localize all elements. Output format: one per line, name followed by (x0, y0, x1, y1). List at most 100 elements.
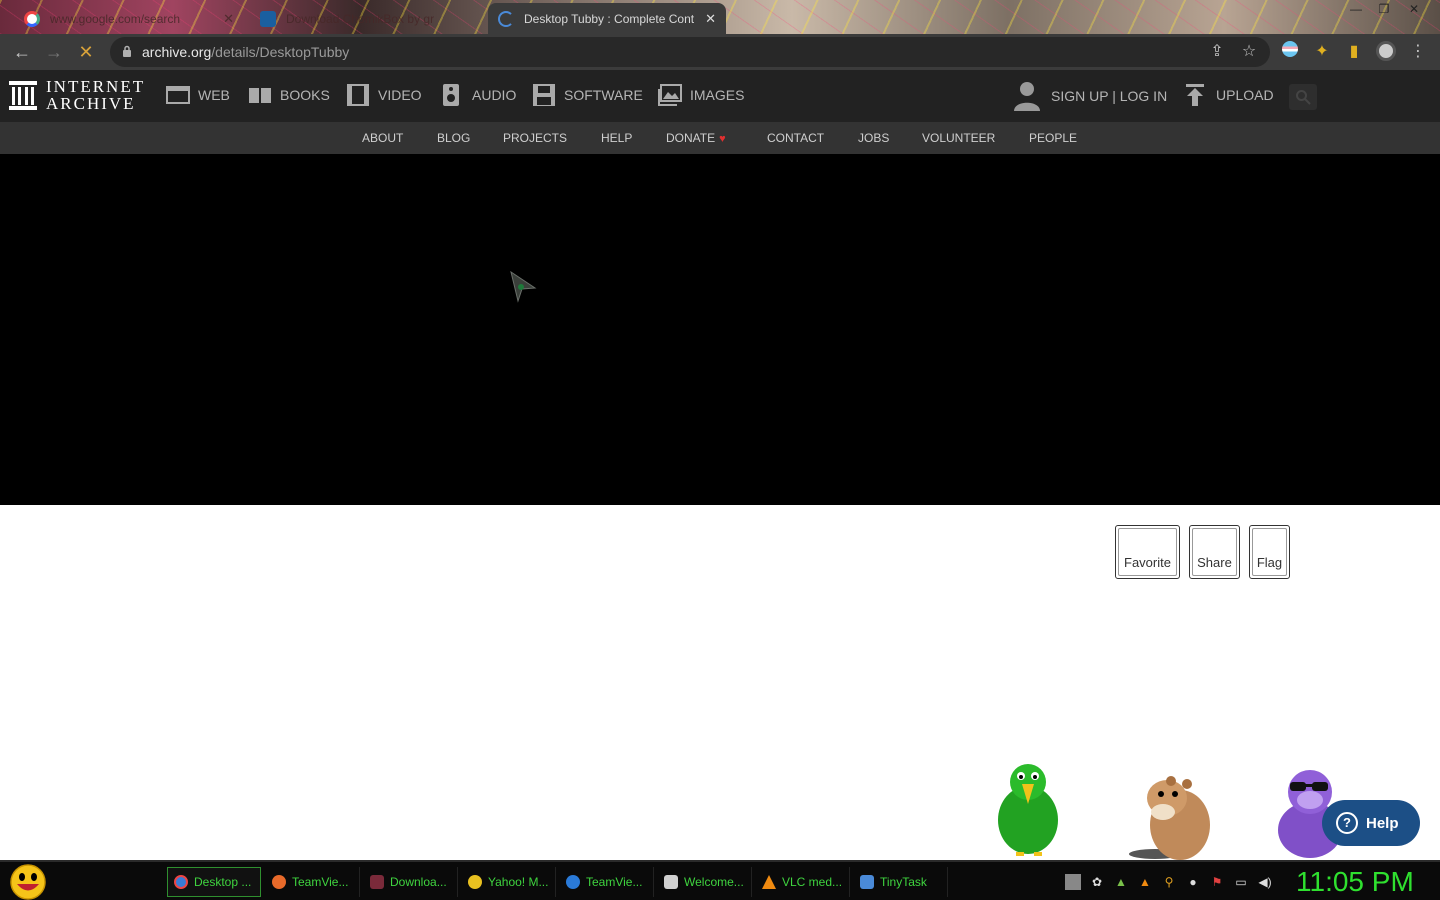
taskbar-clock[interactable]: 11:05 PM (1296, 866, 1414, 898)
heart-icon: ♥ (719, 133, 726, 145)
teamviewer-icon (566, 875, 580, 889)
upload-icon (1186, 84, 1204, 106)
tab-title: Download ChomikBox by gr (286, 11, 435, 26)
vlc-cone-icon (762, 875, 776, 889)
close-window-icon[interactable]: ✕ (1400, 0, 1428, 18)
sub-nav-help[interactable]: HELP (601, 131, 632, 145)
tray-qr-icon[interactable] (1065, 874, 1081, 890)
tab-title: www.google.com/search (50, 11, 181, 26)
loading-spinner-icon (498, 10, 514, 27)
sub-nav-volunteer[interactable]: VOLUNTEER (922, 131, 995, 145)
nav-video[interactable]: VIDEO (346, 84, 422, 106)
bookmark-star-icon[interactable]: ☆ (1238, 41, 1260, 63)
sub-nav-projects[interactable]: PROJECTS (503, 131, 567, 145)
sub-nav-people[interactable]: PEOPLE (1029, 131, 1077, 145)
side-panel-icon[interactable]: ▮ (1343, 41, 1365, 63)
browser-tab-strip: www.google.com/search ✕ Download ChomikB… (0, 0, 1440, 34)
stop-loading-icon[interactable]: ✕ (74, 40, 98, 64)
firefox-icon (272, 875, 286, 889)
tray-status-icon[interactable]: ● (1185, 874, 1201, 890)
extension-flag-icon[interactable] (1279, 41, 1301, 63)
logo-line-1: INTERNET (46, 77, 146, 96)
hamster-buddy[interactable] (1125, 770, 1215, 860)
lock-icon (123, 45, 131, 57)
restore-icon[interactable]: ❐ (1370, 0, 1398, 18)
tray-buddy-icon[interactable]: ✿ (1089, 874, 1105, 890)
url-text: archive.org/details/DesktopTubby (142, 44, 350, 60)
tab-google-search[interactable]: www.google.com/search ✕ (14, 3, 244, 34)
tray-volume-icon[interactable]: ◀) (1257, 874, 1273, 890)
search-button[interactable] (1289, 84, 1317, 110)
taskbar-item-teamviewer-firefox[interactable]: TeamVie... (266, 867, 360, 897)
tray-vlc-icon[interactable]: ▲ (1137, 874, 1153, 890)
chrome-icon (174, 875, 188, 889)
minimize-icon[interactable]: — (1342, 0, 1370, 18)
archive-temple-icon (9, 81, 37, 110)
tab-close-icon[interactable]: ✕ (223, 11, 234, 27)
floppy-icon (533, 84, 555, 106)
ia-top-nav: INTERNET ARCHIVE WEB BOOKS VIDEO AUDIO S… (0, 70, 1440, 122)
help-button[interactable]: ? Help (1322, 800, 1420, 846)
nav-software[interactable]: SOFTWARE (532, 84, 643, 106)
profile-avatar-icon[interactable] (1375, 41, 1397, 63)
help-question-icon: ? (1336, 812, 1358, 834)
internet-archive-logo[interactable]: INTERNET ARCHIVE (8, 78, 145, 112)
taskbar-item-download[interactable]: Downloa... (364, 867, 458, 897)
taskbar-item-tinytask[interactable]: TinyTask (854, 867, 948, 897)
document-icon (370, 875, 384, 889)
book-icon (249, 88, 271, 103)
sub-nav-contact[interactable]: CONTACT (767, 131, 824, 145)
taskbar-item-welcome[interactable]: Welcome... (658, 867, 752, 897)
start-button-smiley-icon[interactable] (8, 864, 48, 900)
user-icon (1014, 82, 1040, 111)
forward-icon[interactable]: → (42, 40, 66, 64)
green-parrot-buddy[interactable] (988, 760, 1068, 860)
image-icon (658, 84, 682, 106)
share-button[interactable]: Share (1189, 525, 1240, 579)
sub-nav-donate[interactable]: DONATE ♥ (666, 131, 726, 145)
tray-network-icon[interactable]: ▭ (1233, 874, 1249, 890)
sub-nav-about[interactable]: ABOUT (362, 131, 403, 145)
nav-images[interactable]: IMAGES (658, 84, 744, 106)
yahoo-smiley-icon (468, 875, 482, 889)
favorite-button[interactable]: Favorite (1115, 525, 1180, 579)
chomikbox-icon (260, 10, 276, 27)
sub-nav-jobs[interactable]: JOBS (858, 131, 889, 145)
welcome-app-icon (664, 875, 678, 889)
logo-line-2: ARCHIVE (46, 94, 136, 113)
taskbar-item-vlc[interactable]: VLC med... (756, 867, 850, 897)
web-icon (166, 86, 190, 104)
tab-desktop-tubby[interactable]: Desktop Tubby : Complete Cont ✕ (488, 3, 726, 34)
tinytask-icon (860, 875, 874, 889)
ia-sub-nav: ABOUT BLOG PROJECTS HELP DONATE ♥ CONTACT… (0, 122, 1440, 154)
taskbar-item-yahoo-messenger[interactable]: Yahoo! M... (462, 867, 556, 897)
back-icon[interactable]: ← (10, 40, 34, 64)
mouse-cursor-icon (510, 271, 537, 303)
address-bar[interactable]: archive.org/details/DesktopTubby ⇪ ☆ (110, 37, 1270, 67)
tray-app-icon[interactable]: ▲ (1113, 874, 1129, 890)
share-icon[interactable]: ⇪ (1206, 41, 1228, 63)
google-icon (24, 10, 40, 27)
search-icon (1296, 90, 1311, 105)
taskbar: Desktop ... TeamVie... Downloa... Yahoo!… (0, 860, 1440, 900)
browser-menu-icon[interactable]: ⋮ (1407, 41, 1429, 63)
nav-web[interactable]: WEB (166, 84, 230, 106)
tab-close-icon[interactable]: ✕ (705, 11, 716, 27)
tab-title: Desktop Tubby : Complete Cont (524, 11, 695, 26)
tray-search-icon[interactable]: ⚲ (1161, 874, 1177, 890)
tray-security-icon[interactable]: ⚑ (1209, 874, 1225, 890)
taskbar-item-teamviewer[interactable]: TeamVie... (560, 867, 654, 897)
nav-audio[interactable]: AUDIO (440, 84, 516, 106)
film-icon (347, 84, 369, 106)
browser-toolbar: ← → ✕ archive.org/details/DesktopTubby ⇪… (0, 34, 1440, 70)
speaker-icon (443, 84, 459, 106)
signup-login-link[interactable]: SIGN UP | LOG IN (1013, 80, 1167, 112)
extensions-puzzle-icon[interactable]: ✦ (1311, 41, 1333, 63)
nav-books[interactable]: BOOKS (248, 84, 330, 106)
upload-link[interactable]: UPLOAD (1184, 84, 1274, 106)
sub-nav-blog[interactable]: BLOG (437, 131, 470, 145)
flag-button[interactable]: Flag (1249, 525, 1290, 579)
tab-chomikbox[interactable]: Download ChomikBox by gr (250, 3, 480, 34)
taskbar-item-desktop[interactable]: Desktop ... (167, 867, 261, 897)
media-player-area[interactable] (0, 154, 1440, 505)
